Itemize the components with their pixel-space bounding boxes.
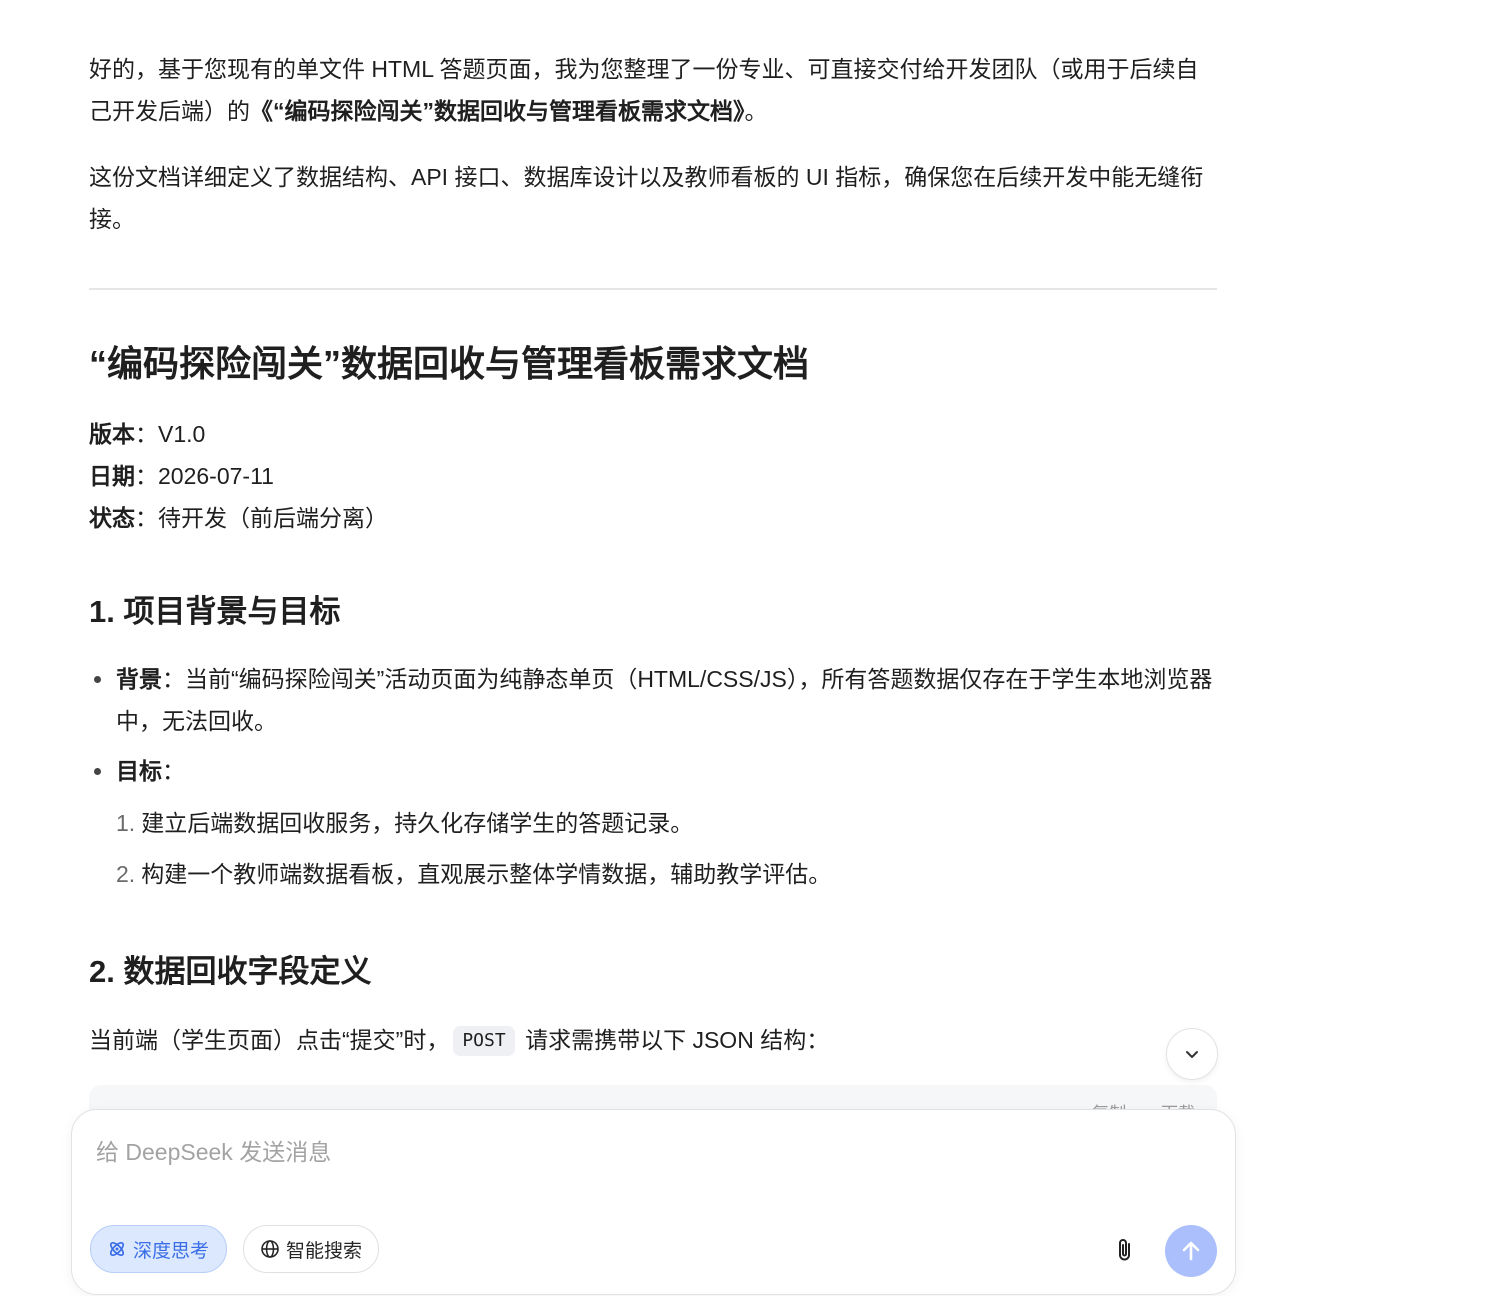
bullet-dot xyxy=(94,676,101,683)
document-title: “编码探险闯关”数据回收与管理看板需求文档 xyxy=(89,343,810,384)
deep-think-label: 深度思考 xyxy=(133,1240,210,1262)
intro-paragraph: 好的，基于您现有的单文件 HTML 答题页面，我为您整理了一份专业、可直接交付给… xyxy=(89,48,1217,132)
chat-page: 好的，基于您现有的单文件 HTML 答题页面，我为您整理了一份专业、可直接交付给… xyxy=(0,0,1487,1296)
goal-item: 1. 建立后端数据回收服务，持久化存储学生的答题记录。 xyxy=(116,810,694,836)
meta-version: 版本：V1.0 xyxy=(89,421,206,447)
intro-end: 。 xyxy=(744,98,768,124)
divider xyxy=(89,288,1217,290)
chevron-down-icon xyxy=(1186,1051,1198,1058)
document-meta: 版本：V1.0 日期：2026-07-11 状态：待开发（前后端分离） xyxy=(89,413,388,539)
section-heading-1: 1. 项目背景与目标 xyxy=(89,594,341,629)
intro-paragraph-2: 这份文档详细定义了数据结构、API 接口、数据库设计以及教师看板的 UI 指标，… xyxy=(89,164,1204,232)
inline-code-post: POST xyxy=(453,1026,515,1056)
attach-file-button[interactable] xyxy=(1110,1235,1140,1265)
goals-list: 1. 建立后端数据回收服务，持久化存储学生的答题记录。 2. 构建一个教师端数据看板… xyxy=(116,802,1217,895)
message-input[interactable]: 给 DeepSeek 发送消息 xyxy=(96,1134,1196,1170)
intro-doc-name: 《“编码探险闯关”数据回收与管理看板需求文档》 xyxy=(250,98,745,124)
bullet-dot xyxy=(94,768,101,775)
deep-think-icon xyxy=(109,1241,125,1257)
scroll-to-bottom-button[interactable] xyxy=(1166,1028,1218,1080)
meta-date: 日期：2026-07-11 xyxy=(89,463,274,489)
message-composer: 给 DeepSeek 发送消息 深度思考 智能搜索 xyxy=(71,1109,1236,1295)
post-description: 当前端（学生页面）点击“提交”时， POST 请求需携带以下 JSON 结构： xyxy=(89,1019,829,1061)
web-search-toggle[interactable]: 智能搜索 xyxy=(243,1225,379,1273)
meta-status: 状态：待开发（前后端分离） xyxy=(89,505,388,531)
send-button[interactable] xyxy=(1165,1225,1217,1277)
paperclip-icon xyxy=(1119,1239,1130,1261)
arrow-up-icon xyxy=(1182,1241,1200,1261)
globe-icon xyxy=(261,1240,279,1258)
goal-item: 2. 构建一个教师端数据看板，直观展示整体学情数据，辅助教学评估。 xyxy=(116,861,832,887)
list-item-background: 背景：当前“编码探险闯关”活动页面为纯静态单页（HTML/CSS/JS），所有答… xyxy=(89,658,1217,742)
section1-list: 背景：当前“编码探险闯关”活动页面为纯静态单页（HTML/CSS/JS），所有答… xyxy=(89,658,1217,904)
deep-think-toggle[interactable]: 深度思考 xyxy=(90,1225,227,1273)
section-heading-2: 2. 数据回收字段定义 xyxy=(89,954,372,989)
list-item-goals: 目标： 1. 建立后端数据回收服务，持久化存储学生的答题记录。 2. 构建一个教师端… xyxy=(89,750,1217,895)
web-search-label: 智能搜索 xyxy=(286,1240,363,1262)
